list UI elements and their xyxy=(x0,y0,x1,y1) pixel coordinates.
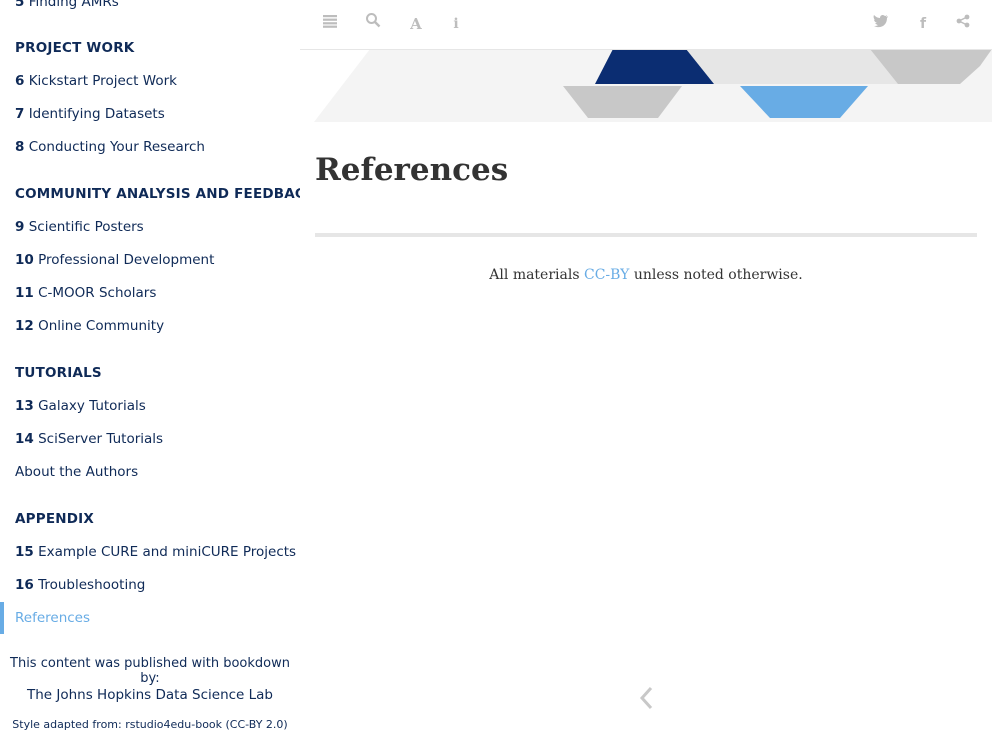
published-with-text: This content was published with bookdown… xyxy=(10,656,290,686)
sidebar: 5 Finding AMRs PROJECT WORK 6 Kickstart … xyxy=(0,0,300,744)
sidebar-item-kickstart[interactable]: 6 Kickstart Project Work xyxy=(15,73,177,89)
license-prefix: All materials xyxy=(489,267,584,283)
license-text: All materials CC-BY unless noted otherwi… xyxy=(315,267,977,283)
sidebar-item-label: SciServer Tutorials xyxy=(38,431,164,447)
license-suffix: unless noted otherwise. xyxy=(629,267,803,283)
title-divider xyxy=(315,233,977,237)
sidebar-item-online-community[interactable]: 12 Online Community xyxy=(15,318,164,334)
search-icon[interactable] xyxy=(361,12,385,36)
chapter-number: 7 xyxy=(15,106,25,122)
chapter-number: 10 xyxy=(15,252,34,268)
sidebar-item-label: About the Authors xyxy=(15,464,139,480)
sidebar-item-identifying-datasets[interactable]: 7 Identifying Datasets xyxy=(15,106,165,122)
sidebar-item-galaxy-tutorials[interactable]: 13 Galaxy Tutorials xyxy=(15,398,146,414)
sidebar-item-professional-development[interactable]: 10 Professional Development xyxy=(15,252,214,268)
sidebar-item-label: References xyxy=(15,610,91,626)
chapter-number: 15 xyxy=(15,544,34,560)
chapter-number: 16 xyxy=(15,577,34,593)
sidebar-item-cmoor-scholars[interactable]: 11 C-MOOR Scholars xyxy=(15,285,156,301)
sidebar-item-label: C-MOOR Scholars xyxy=(38,285,157,301)
sidebar-item-example-cure[interactable]: 15 Example CURE and miniCURE Projects xyxy=(15,544,296,560)
sidebar-item-label: Troubleshooting xyxy=(38,577,146,593)
sidebar-item-finding-amrs[interactable]: 5 Finding AMRs xyxy=(15,0,119,10)
chevron-left-icon xyxy=(639,686,653,710)
section-heading-tutorials: TUTORIALS xyxy=(15,365,102,381)
sidebar-item-label: Professional Development xyxy=(38,252,215,268)
chapter-number: 12 xyxy=(15,318,34,334)
previous-page-button[interactable] xyxy=(636,684,658,712)
section-heading-project-work: PROJECT WORK xyxy=(15,40,135,56)
sidebar-item-label: Kickstart Project Work xyxy=(28,73,177,89)
share-icon[interactable] xyxy=(951,12,975,36)
style-credit-link[interactable]: Style adapted from: rstudio4edu-book (CC… xyxy=(0,718,300,731)
sidebar-item-label: Finding AMRs xyxy=(28,0,119,10)
chapter-number: 5 xyxy=(15,0,25,10)
section-heading-appendix: APPENDIX xyxy=(15,511,94,527)
sidebar-item-troubleshooting[interactable]: 16 Troubleshooting xyxy=(15,577,145,593)
jhu-dsl-link[interactable]: The Johns Hopkins Data Science Lab xyxy=(0,687,300,703)
sidebar-item-label: Identifying Datasets xyxy=(28,106,165,122)
sidebar-item-sciserver-tutorials[interactable]: 14 SciServer Tutorials xyxy=(15,431,163,447)
facebook-icon[interactable]: f xyxy=(911,12,935,36)
font-icon[interactable]: A xyxy=(404,12,428,36)
chapter-number: 13 xyxy=(15,398,34,414)
chapter-number: 14 xyxy=(15,431,34,447)
section-heading-community: COMMUNITY ANALYSIS AND FEEDBACK xyxy=(15,186,300,202)
sidebar-item-label: Scientific Posters xyxy=(28,219,144,235)
chapter-number: 11 xyxy=(15,285,34,301)
sidebar-item-conducting-research[interactable]: 8 Conducting Your Research xyxy=(15,139,205,155)
chapter-number: 6 xyxy=(15,73,25,89)
sidebar-item-scientific-posters[interactable]: 9 Scientific Posters xyxy=(15,219,144,235)
sidebar-item-label: Conducting Your Research xyxy=(28,139,205,155)
chapter-number: 8 xyxy=(15,139,25,155)
cc-by-link[interactable]: CC-BY xyxy=(584,267,629,283)
page-title: References xyxy=(315,152,509,188)
sidebar-item-label: Example CURE and miniCURE Projects xyxy=(38,544,297,560)
twitter-icon[interactable] xyxy=(869,12,893,36)
sidebar-item-references[interactable]: References xyxy=(0,602,300,634)
active-indicator xyxy=(0,602,4,634)
sidebar-item-about-authors[interactable]: About the Authors xyxy=(15,464,138,480)
book-toolbar: A i f xyxy=(300,0,992,50)
sidebar-item-label: Online Community xyxy=(38,318,165,334)
list-icon[interactable] xyxy=(318,12,342,36)
sidebar-item-label: Galaxy Tutorials xyxy=(38,398,146,414)
chapter-number: 9 xyxy=(15,219,25,235)
info-icon[interactable]: i xyxy=(444,12,468,36)
